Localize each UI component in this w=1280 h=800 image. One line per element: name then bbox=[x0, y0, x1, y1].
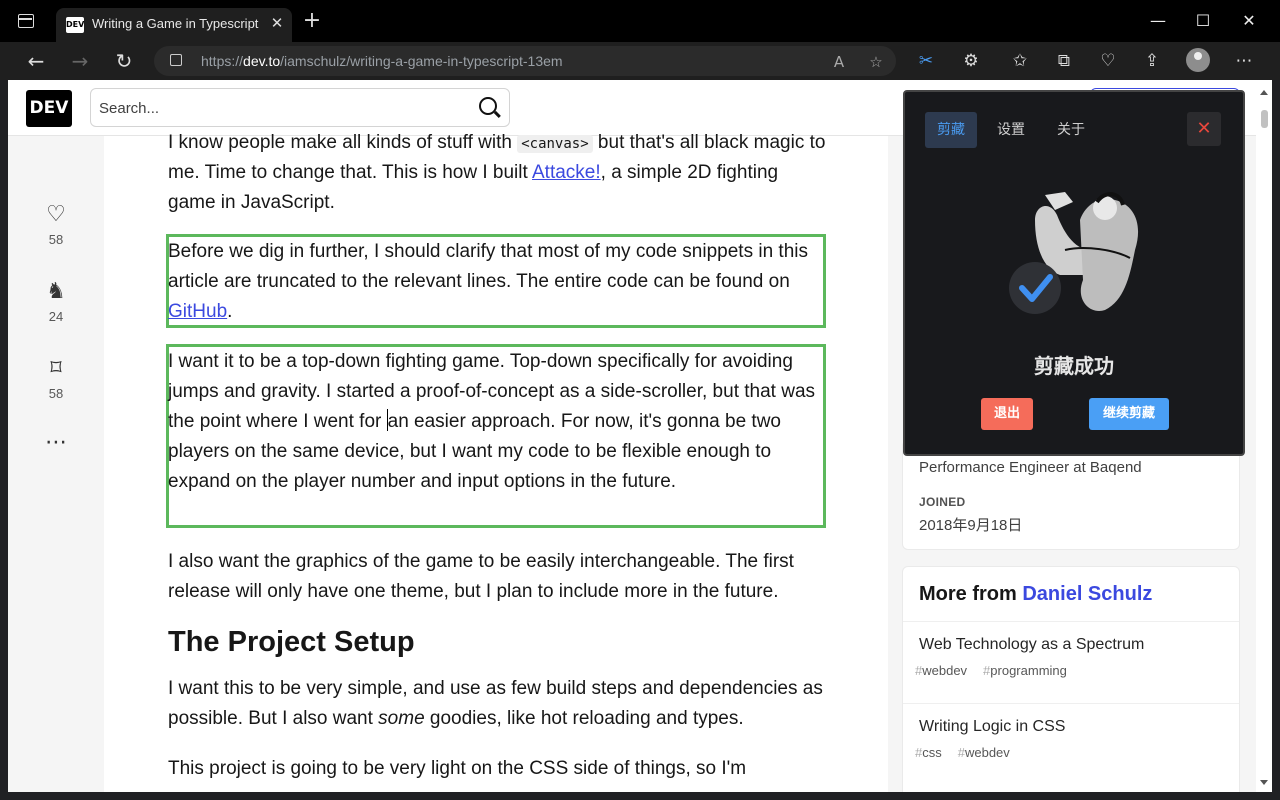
read-aloud-icon[interactable]: A bbox=[828, 51, 850, 73]
dev-logo[interactable]: DEV bbox=[26, 90, 72, 127]
heart-icon: ♡ bbox=[46, 202, 66, 227]
reaction-heart[interactable]: ♡ 58 bbox=[30, 202, 82, 247]
tab-clip[interactable]: 剪藏 bbox=[925, 112, 977, 148]
more-from-card: More from Daniel Schulz Web Technology a… bbox=[902, 566, 1240, 792]
address-toolbar: ← → ↻ https://dev.to/iamschulz/writing-a… bbox=[0, 42, 1280, 80]
browser-tab[interactable]: DEV Writing a Game in Typescript - D ✕ bbox=[56, 8, 292, 42]
tab-actions-icon[interactable] bbox=[18, 14, 34, 28]
maximize-icon[interactable]: ☐ bbox=[1192, 10, 1214, 32]
bookmark-icon: ⌑ bbox=[50, 356, 62, 381]
address-bar[interactable]: https://dev.to/iamschulz/writing-a-game-… bbox=[154, 46, 896, 76]
share-icon[interactable]: ⇪ bbox=[1141, 50, 1163, 72]
more-from-title: More from Daniel Schulz bbox=[919, 583, 1153, 605]
lock-icon bbox=[170, 54, 182, 66]
more-menu-icon[interactable]: ⋯ bbox=[1233, 50, 1255, 72]
github-link[interactable]: GitHub bbox=[168, 301, 227, 322]
popup-close-icon[interactable]: ✕ bbox=[1187, 112, 1221, 146]
paragraph-graphics: I also want the graphics of the game to … bbox=[168, 551, 794, 602]
continue-clip-button[interactable]: 继续剪藏 bbox=[1089, 398, 1169, 430]
tab-close-icon[interactable]: ✕ bbox=[268, 14, 286, 32]
article-body: I know people make all kinds of stuff wi… bbox=[104, 132, 888, 792]
search-input[interactable] bbox=[99, 95, 459, 121]
clipper-popup: 剪藏 设置 关于 ✕ 剪藏成功 退出 继续剪藏 bbox=[903, 90, 1245, 456]
window-close-icon[interactable]: ✕ bbox=[1238, 10, 1260, 32]
more-actions[interactable]: ⋯ bbox=[30, 430, 82, 456]
scroll-thumb[interactable] bbox=[1261, 110, 1268, 128]
new-tab-icon[interactable]: + bbox=[302, 10, 322, 32]
dev-favicon-icon: DEV bbox=[66, 17, 84, 33]
author-link[interactable]: Daniel Schulz bbox=[1022, 583, 1152, 605]
ellipsis-icon: ⋯ bbox=[45, 430, 67, 455]
paragraph-setup: I want this to be very simple, and use a… bbox=[168, 678, 823, 729]
page-scrollbar[interactable] bbox=[1256, 80, 1272, 792]
add-favorite-icon[interactable]: ☆ bbox=[865, 51, 887, 73]
reaction-unicorn[interactable]: ♞ 24 bbox=[30, 279, 82, 324]
paragraph-css: This project is going to be very light o… bbox=[168, 758, 747, 779]
browser-window: DEV Writing a Game in Typescript - D ✕ +… bbox=[0, 0, 1280, 800]
performance-icon[interactable]: ♡ bbox=[1097, 50, 1119, 72]
attacke-link[interactable]: Attacke! bbox=[532, 162, 601, 183]
clip-success-title: 剪藏成功 bbox=[1034, 354, 1114, 378]
bookmark-count: 58 bbox=[48, 386, 64, 401]
tab-settings[interactable]: 设置 bbox=[985, 112, 1037, 148]
paragraph-intro: I know people make all kinds of stuff wi… bbox=[168, 132, 826, 213]
tab-title: Writing a Game in Typescript - D bbox=[92, 16, 260, 31]
paragraph-disclaimer: Before we dig in further, I should clari… bbox=[168, 241, 808, 322]
scroll-down-icon[interactable] bbox=[1260, 780, 1268, 785]
post-title[interactable]: Writing Logic in CSS bbox=[919, 718, 1065, 736]
section-heading: The Project Setup bbox=[168, 626, 415, 658]
joined-label: JOINED bbox=[919, 495, 966, 509]
post-tags: #css #webdev bbox=[915, 745, 1010, 760]
reaction-bookmark[interactable]: ⌑ 58 bbox=[30, 356, 82, 401]
favorites-icon[interactable]: ✩ bbox=[1009, 50, 1031, 72]
author-card: Performance Engineer at Baqend JOINED 20… bbox=[902, 440, 1240, 550]
back-icon[interactable]: ← bbox=[25, 50, 47, 72]
success-illustration bbox=[1009, 192, 1139, 314]
post-tags: #webdev #programming bbox=[915, 663, 1067, 678]
heart-count: 58 bbox=[48, 232, 64, 247]
extensions-icon[interactable]: ⚙ bbox=[960, 50, 982, 72]
author-work: Performance Engineer at Baqend bbox=[919, 459, 1142, 476]
post-title[interactable]: Web Technology as a Spectrum bbox=[919, 636, 1144, 654]
scissors-icon[interactable]: ✂ bbox=[915, 50, 937, 72]
tab-bar: DEV Writing a Game in Typescript - D ✕ +… bbox=[0, 0, 1280, 42]
scroll-up-icon[interactable] bbox=[1260, 90, 1268, 95]
joined-date: 2018年9月18日 bbox=[919, 517, 1023, 534]
search-icon[interactable] bbox=[479, 97, 497, 115]
paragraph-goals: I want it to be a top-down fighting game… bbox=[168, 351, 816, 492]
unicorn-count: 24 bbox=[48, 309, 64, 324]
minimize-icon[interactable]: — bbox=[1147, 10, 1169, 32]
list-item[interactable]: Web Technology as a Spectrum #webdev #pro… bbox=[903, 621, 1239, 703]
search-box[interactable] bbox=[90, 88, 510, 127]
collections-icon[interactable]: ⧉ bbox=[1053, 50, 1075, 72]
url-text[interactable]: https://dev.to/iamschulz/writing-a-game-… bbox=[201, 53, 563, 69]
forward-icon[interactable]: → bbox=[69, 50, 91, 72]
refresh-icon[interactable]: ↻ bbox=[113, 50, 135, 72]
list-item[interactable]: Writing Logic in CSS #css #webdev bbox=[903, 703, 1239, 785]
tab-about[interactable]: 关于 bbox=[1045, 112, 1097, 148]
profile-avatar[interactable] bbox=[1186, 48, 1210, 72]
exit-button[interactable]: 退出 bbox=[981, 398, 1033, 430]
unicorn-icon: ♞ bbox=[46, 279, 66, 304]
